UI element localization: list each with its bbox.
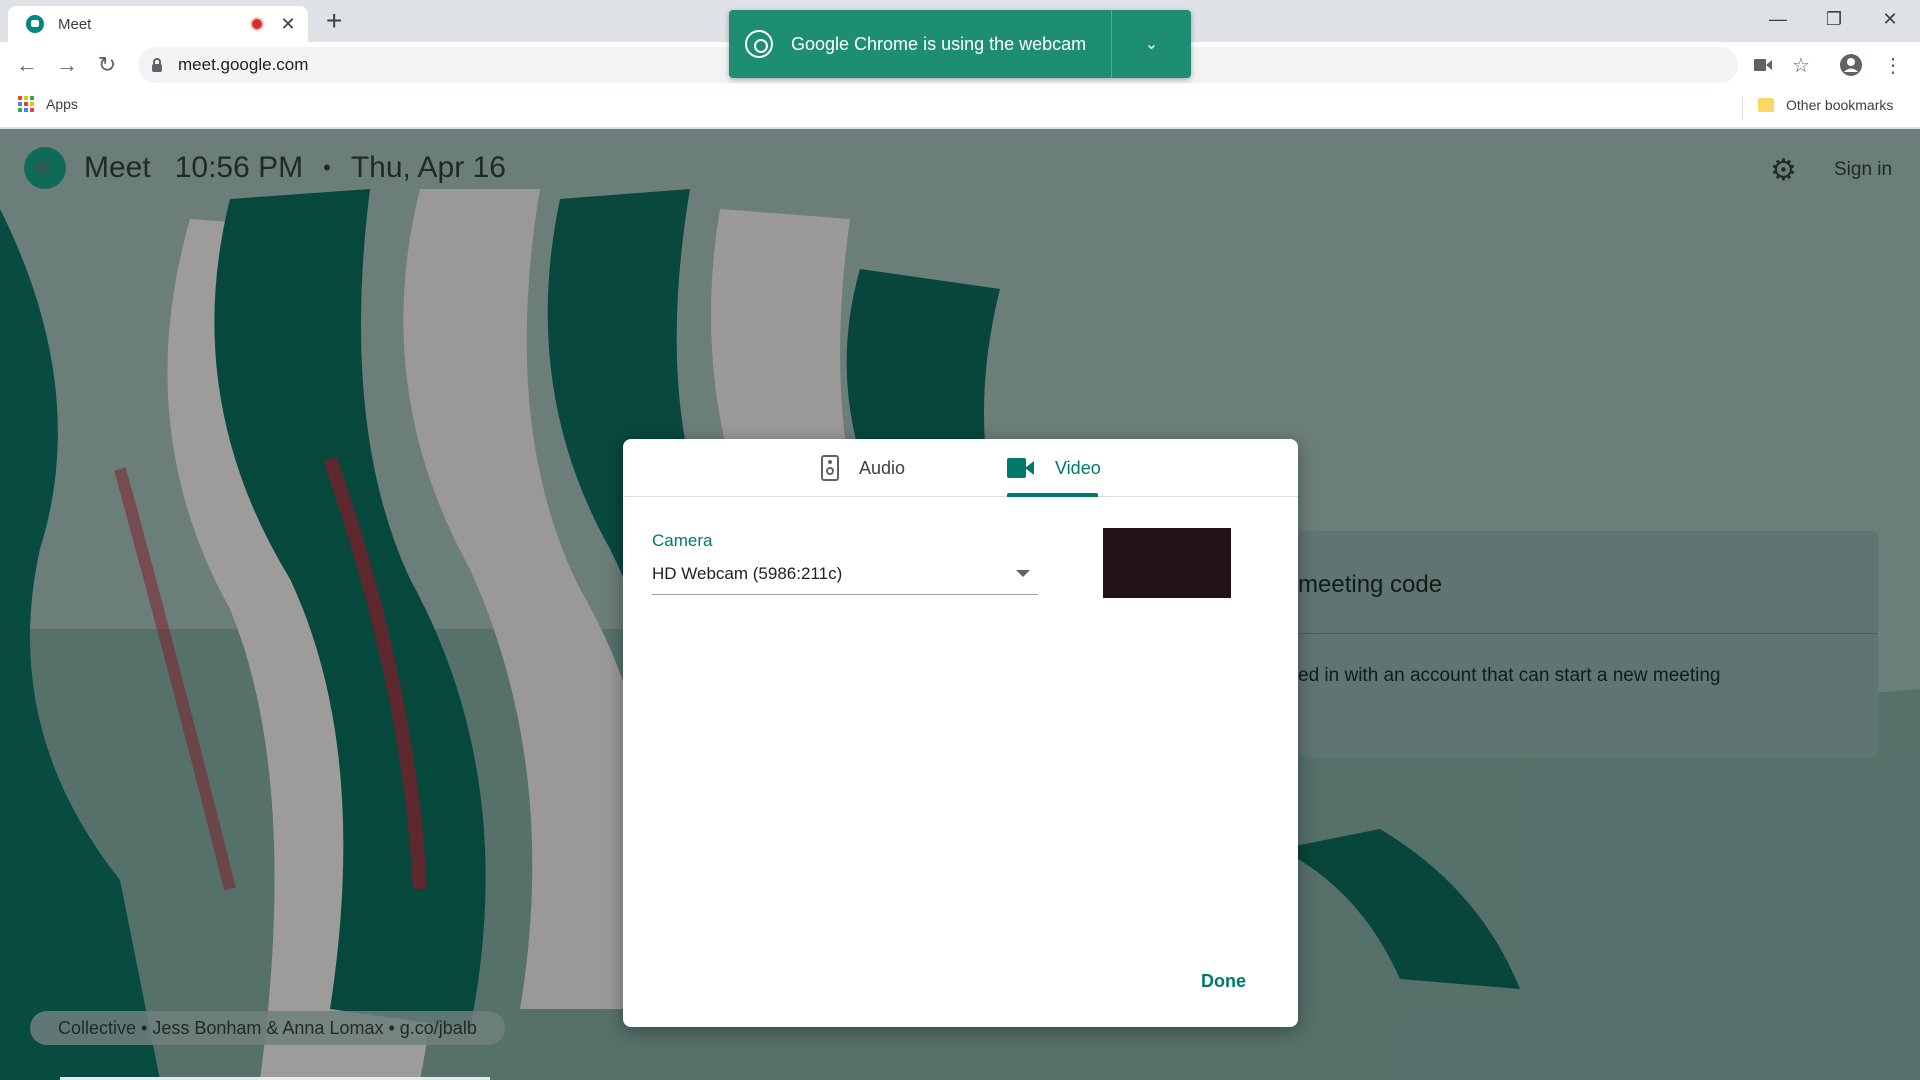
other-bookmarks-label: Other bookmarks: [1786, 97, 1894, 113]
card-divider: [1200, 633, 1878, 634]
camera-value: HD Webcam (5986:211c): [652, 564, 843, 583]
camera-preview: [1103, 528, 1231, 598]
done-button[interactable]: Done: [1201, 971, 1246, 992]
close-window-icon[interactable]: ✕: [1862, 0, 1918, 38]
record-indicator-icon: [250, 17, 264, 31]
settings-dialog: Audio Video Camera HD Webcam (5986:211c)…: [623, 439, 1298, 1027]
gear-icon[interactable]: ⚙: [1770, 153, 1797, 188]
forward-icon[interactable]: →: [52, 50, 82, 80]
apps-grid-icon: [18, 96, 34, 112]
background-credit[interactable]: Collective • Jess Bonham & Anna Lomax • …: [30, 1011, 505, 1045]
bookmarks-bar: Apps Other bookmarks: [0, 88, 1920, 128]
header-separator: •: [323, 155, 331, 180]
star-icon[interactable]: ☆: [1788, 52, 1814, 78]
camera-indicator-icon[interactable]: [1750, 52, 1776, 78]
account-message: ed in with an account that can start a n…: [1298, 665, 1721, 686]
meet-logo-icon: [24, 147, 66, 189]
other-bookmarks[interactable]: Other bookmarks: [1758, 97, 1893, 113]
profile-icon[interactable]: [1838, 52, 1864, 78]
tab-video[interactable]: Video: [1007, 439, 1101, 497]
webcam-icon: [745, 30, 773, 58]
bookmark-divider: [1742, 96, 1743, 120]
meet-title: Meet: [84, 151, 151, 184]
camera-label: Camera: [652, 531, 713, 550]
plus-icon[interactable]: +: [326, 6, 342, 36]
settings-tabs: Audio Video: [623, 439, 1298, 497]
webcam-notice-text: Google Chrome is using the webcam: [791, 34, 1087, 54]
back-icon[interactable]: ←: [12, 50, 42, 80]
meet-favicon-icon: [26, 15, 44, 33]
url-text: meet.google.com: [178, 55, 309, 74]
apps-shortcut[interactable]: Apps: [18, 96, 78, 112]
tab-audio[interactable]: Audio: [821, 439, 905, 497]
camera-select[interactable]: HD Webcam (5986:211c): [652, 559, 1038, 595]
minimize-icon[interactable]: —: [1750, 0, 1806, 38]
apps-label: Apps: [46, 96, 78, 112]
reload-icon[interactable]: ↻: [92, 50, 122, 80]
meet-header: Meet 10:56 PM • Thu, Apr 16: [24, 147, 506, 189]
folder-icon: [1758, 98, 1774, 112]
tab-audio-label: Audio: [859, 457, 906, 478]
meet-time: 10:56 PM: [174, 151, 304, 184]
restore-icon[interactable]: ❐: [1806, 0, 1862, 38]
chevron-down-icon: [1016, 570, 1030, 577]
meeting-code-prompt[interactable]: meeting code: [1298, 571, 1442, 599]
webcam-notification[interactable]: Google Chrome is using the webcam ⌄: [729, 10, 1191, 78]
close-icon[interactable]: ✕: [278, 14, 298, 35]
speaker-icon: [821, 455, 839, 481]
tab-video-label: Video: [1055, 457, 1101, 478]
tab-title: Meet: [58, 15, 92, 33]
join-card: meeting code ed in with an account that …: [1200, 531, 1878, 757]
meet-page: Meet 10:56 PM • Thu, Apr 16 ⚙ Sign in me…: [0, 129, 1920, 1080]
video-camera-icon: [1007, 458, 1035, 478]
menu-dots-icon[interactable]: ⋮: [1880, 52, 1906, 78]
chevron-down-icon[interactable]: ⌄: [1112, 34, 1191, 54]
meet-date: Thu, Apr 16: [350, 151, 506, 184]
lock-icon: [152, 57, 162, 72]
active-tab-indicator: [1007, 493, 1098, 497]
sign-in-link[interactable]: Sign in: [1834, 159, 1892, 181]
browser-tab[interactable]: Meet ✕: [8, 6, 308, 42]
